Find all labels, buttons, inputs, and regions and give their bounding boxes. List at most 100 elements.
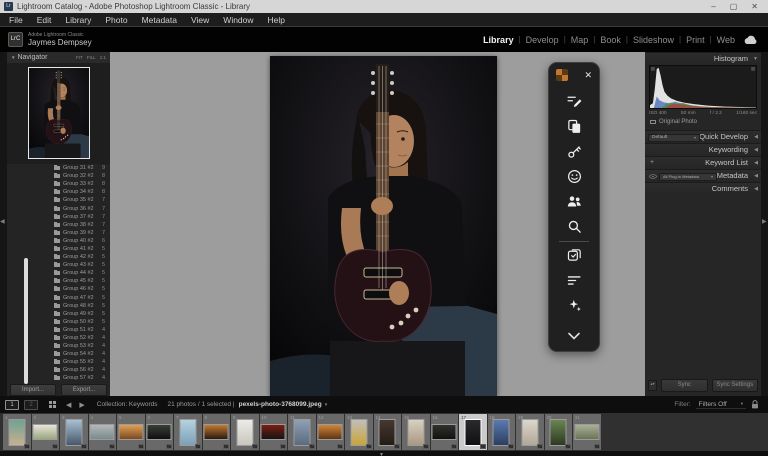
metadata-preset-dropdown[interactable]: All Plug-in Metadata ▾	[659, 172, 717, 181]
chevron-down-icon[interactable]	[567, 324, 581, 351]
menu-window[interactable]: Window	[216, 13, 260, 27]
folder-row[interactable]: Group 42 #2 5	[7, 253, 110, 261]
add-keyword-icon[interactable]: +	[650, 159, 654, 166]
histogram-header[interactable]: Histogram ▼	[645, 52, 761, 64]
key-icon[interactable]	[562, 140, 586, 162]
thumbnail-5[interactable]: 5	[117, 414, 145, 450]
main-window-button[interactable]: 1	[5, 399, 19, 410]
folder-row[interactable]: Group 34 #2 8	[7, 188, 110, 196]
thumbnail-6[interactable]: 6	[145, 414, 173, 450]
folder-row[interactable]: Group 37 #2 7	[7, 213, 110, 221]
module-web[interactable]: Web	[717, 35, 735, 45]
maximize-icon[interactable]: ▢	[730, 0, 738, 13]
close-icon[interactable]: ✕	[584, 70, 592, 80]
comments-header[interactable]: Comments ◀	[645, 182, 761, 194]
zoom-ratio[interactable]: 1:1	[100, 55, 106, 60]
folder-row[interactable]: Group 46 #2 5	[7, 285, 110, 293]
saved-preset-dropdown[interactable]: Default ▾	[648, 133, 700, 142]
menu-library[interactable]: Library	[58, 13, 98, 27]
cloud-sync-icon[interactable]	[743, 35, 758, 45]
module-slideshow[interactable]: Slideshow	[633, 35, 674, 45]
folder-row[interactable]: Group 47 #2 5	[7, 294, 110, 302]
thumbnail-3[interactable]: 3	[60, 414, 88, 450]
folder-row[interactable]: Group 54 #2 4	[7, 350, 110, 358]
sync-button[interactable]: Sync	[661, 378, 708, 392]
folder-row[interactable]: Group 55 #2 4	[7, 358, 110, 366]
thumbnail-20[interactable]: 20	[544, 414, 572, 450]
thumbnail-16[interactable]: 16	[430, 414, 458, 450]
align-lines-icon[interactable]	[562, 270, 586, 292]
folder-row[interactable]: Group 40 #2 6	[7, 237, 110, 245]
menu-photo[interactable]: Photo	[98, 13, 134, 27]
selected-filename[interactable]: pexels-photo-3768099.jpeg	[239, 401, 322, 408]
folder-row[interactable]: Group 51 #2 4	[7, 326, 110, 334]
filter-lock-icon[interactable]	[751, 400, 759, 409]
compose-icon[interactable]	[562, 90, 586, 112]
folder-row[interactable]: Group 38 #2 7	[7, 221, 110, 229]
folders-scrollbar[interactable]	[24, 258, 28, 384]
folder-row[interactable]: Group 35 #2 7	[7, 196, 110, 204]
thumbnail-10[interactable]: 10	[259, 414, 287, 450]
thumbnail-7[interactable]: 7	[174, 414, 202, 450]
menu-help[interactable]: Help	[261, 13, 292, 27]
thumbnail-11[interactable]: 11	[288, 414, 316, 450]
folder-row[interactable]: Group 32 #2 8	[7, 172, 110, 180]
export-button[interactable]: Export...	[61, 384, 107, 396]
menu-file[interactable]: File	[2, 13, 30, 27]
thumbnail-8[interactable]: 8	[202, 414, 230, 450]
screenshot-icon[interactable]	[562, 245, 586, 267]
zoom-fit[interactable]: FIT	[76, 55, 83, 60]
thumbnail-9[interactable]: 9	[231, 414, 259, 450]
thumbnail-19[interactable]: 19	[516, 414, 544, 450]
menu-metadata[interactable]: Metadata	[135, 13, 184, 27]
back-arrow-icon[interactable]: ◀	[66, 401, 71, 409]
module-library[interactable]: Library	[483, 35, 514, 45]
menu-edit[interactable]: Edit	[30, 13, 59, 27]
navigator-preview[interactable]	[27, 67, 90, 159]
folder-row[interactable]: Group 49 #2 5	[7, 310, 110, 318]
folder-row[interactable]: Group 39 #2 7	[7, 229, 110, 237]
thumbnail-1[interactable]: 1	[3, 414, 31, 450]
module-map[interactable]: Map	[571, 35, 589, 45]
close-icon[interactable]: ✕	[751, 0, 758, 13]
folder-row[interactable]: Group 52 #2 4	[7, 334, 110, 342]
search-icon[interactable]	[562, 215, 586, 237]
left-panel-collapse[interactable]: ◀	[0, 52, 7, 396]
sync-settings-button[interactable]: Sync Settings	[711, 378, 758, 392]
folder-row[interactable]: Group 53 #2 4	[7, 342, 110, 350]
module-print[interactable]: Print	[686, 35, 705, 45]
filmstrip-scroll-nub[interactable]: ▼	[379, 452, 384, 456]
module-develop[interactable]: Develop	[526, 35, 559, 45]
thumbnail-12[interactable]: 12	[316, 414, 344, 450]
thumbnail-2[interactable]: 2	[31, 414, 59, 450]
thumbnail-21[interactable]: 21	[573, 414, 601, 450]
sync-toggle[interactable]: ▴▾	[648, 379, 657, 391]
folder-row[interactable]: Group 44 #2 5	[7, 269, 110, 277]
widget-app-icon[interactable]	[556, 69, 568, 81]
thumbnail-13[interactable]: 13	[345, 414, 373, 450]
people-icon[interactable]	[562, 190, 586, 212]
metadata-header[interactable]: All Plug-in Metadata ▾ Metadata ◀	[645, 169, 761, 181]
thumbnail-18[interactable]: 18	[487, 414, 515, 450]
grid-view-icon[interactable]	[49, 400, 57, 409]
folder-row[interactable]: Group 43 #2 5	[7, 261, 110, 269]
folder-row[interactable]: Group 50 #2 5	[7, 318, 110, 326]
folder-row[interactable]: Group 56 #2 4	[7, 366, 110, 374]
folder-row[interactable]: Group 57 #2 4	[7, 374, 110, 382]
filmstrip-breadcrumb[interactable]: Collection: Keywords	[97, 401, 158, 408]
thumbnail-15[interactable]: 15	[402, 414, 430, 450]
menu-view[interactable]: View	[184, 13, 216, 27]
navigator-header[interactable]: ▼ Navigator FIT FILL 1:1	[7, 52, 110, 63]
zoom-fill[interactable]: FILL	[87, 55, 96, 60]
import-button[interactable]: Import...	[10, 384, 56, 396]
folder-row[interactable]: Group 41 #2 5	[7, 245, 110, 253]
folder-row[interactable]: Group 31 #2 9	[7, 164, 110, 172]
emoji-icon[interactable]	[562, 165, 586, 187]
folder-row[interactable]: Group 36 #2 7	[7, 204, 110, 212]
folder-row[interactable]: Group 48 #2 5	[7, 302, 110, 310]
folder-row[interactable]: Group 33 #2 8	[7, 180, 110, 188]
keywording-header[interactable]: Keywording ◀	[645, 143, 761, 155]
second-window-button[interactable]: 2	[24, 399, 38, 410]
folder-row[interactable]: Group 45 #2 5	[7, 277, 110, 285]
thumbnail-14[interactable]: 14	[373, 414, 401, 450]
